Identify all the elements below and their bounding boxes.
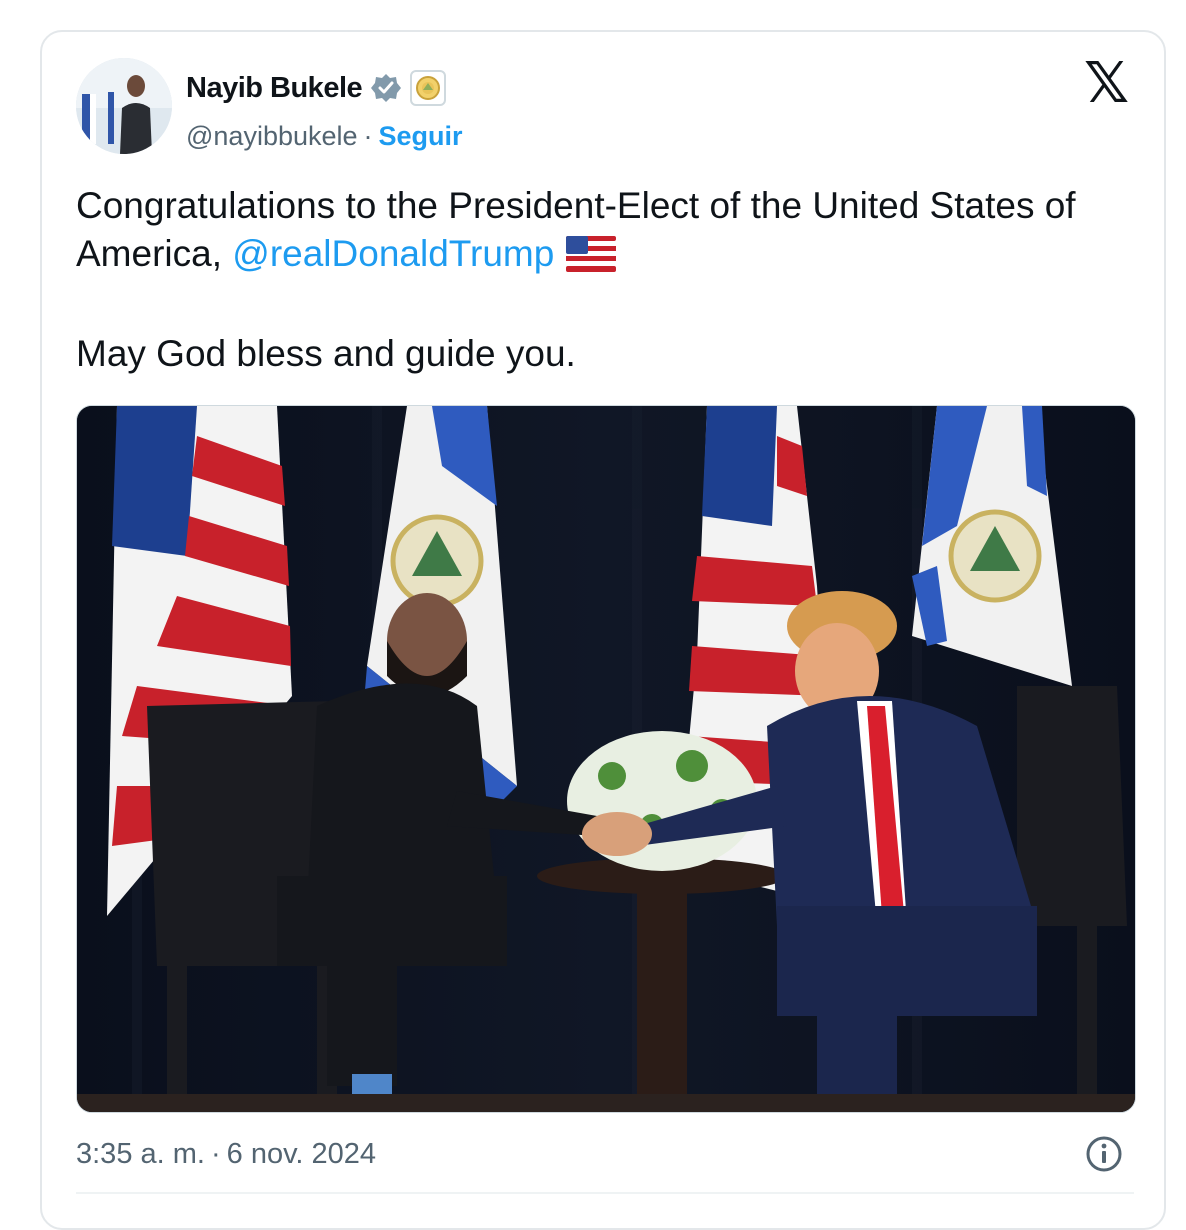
author-handle[interactable]: @nayibbukele [186, 121, 358, 152]
author-name[interactable]: Nayib Bukele [186, 72, 363, 105]
photo-illustration [77, 406, 1135, 1112]
info-icon[interactable] [1084, 1134, 1124, 1174]
tweet-header: Nayib Bukele @nayibbukele · Seguir 𝕏 [76, 56, 1134, 158]
time-separator: · [210, 1137, 221, 1170]
tweet-photo[interactable] [76, 405, 1136, 1113]
author-handle-row: @nayibbukele · Seguir [186, 116, 463, 156]
author-name-row: Nayib Bukele [186, 68, 447, 108]
tweet-paragraph-2: May God bless and guide you. [76, 333, 576, 374]
footer-divider [76, 1192, 1134, 1194]
us-flag-icon [566, 236, 617, 272]
follow-button[interactable]: Seguir [379, 121, 463, 152]
x-logo-icon[interactable]: 𝕏 [1084, 56, 1129, 112]
tweet-text: Congratulations to the President-Elect o… [76, 182, 1146, 378]
tweet-time[interactable]: 3:35 a. m. [76, 1138, 205, 1171]
handle-separator: · [363, 120, 373, 151]
tweet-card[interactable]: Nayib Bukele @nayibbukele · Seguir 𝕏 Con… [40, 30, 1166, 1230]
mention-link[interactable]: @realDonaldTrump [232, 233, 554, 274]
handshake [582, 812, 652, 856]
tweet-footer: 3:35 a. m. · 6 nov. 2024 [76, 1132, 1134, 1176]
avatar[interactable] [76, 58, 172, 154]
tweet-paragraph-1: Congratulations to the President-Elect o… [76, 182, 1146, 278]
verified-badge-icon [370, 72, 402, 104]
government-seal-icon[interactable] [410, 70, 447, 106]
tweet-date[interactable]: 6 nov. 2024 [227, 1138, 376, 1171]
